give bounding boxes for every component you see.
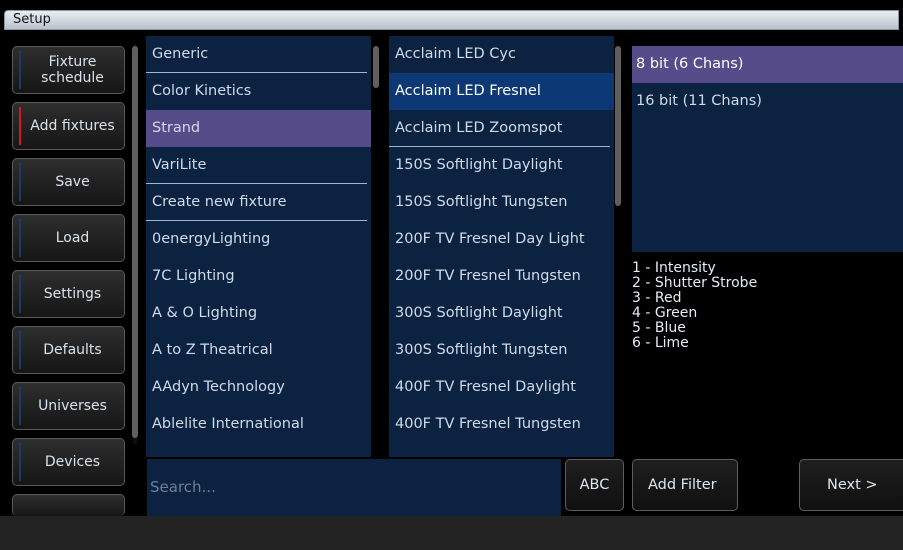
active-indicator <box>19 107 21 145</box>
fixture-item[interactable]: Acclaim LED Fresnel <box>389 73 614 110</box>
nav-button-label: Load <box>55 230 90 246</box>
fixture-item[interactable]: 300S Softlight Daylight <box>389 295 614 332</box>
manufacturer-item[interactable]: Ablelite International <box>146 406 371 443</box>
add-filter-label: Add Filter <box>648 477 717 493</box>
channel-item: 5 - Blue <box>632 320 686 336</box>
fixture-scrollbar-thumb[interactable] <box>615 46 621 206</box>
manufacturer-scrollbar-thumb[interactable] <box>373 46 379 88</box>
mode-item[interactable]: 8 bit (6 Chans) <box>632 46 903 83</box>
nav-button-label: Settings <box>43 286 102 302</box>
nav-defaults-button[interactable]: Defaults <box>12 326 125 374</box>
search-input[interactable]: Search... <box>147 459 561 516</box>
nav-save-button[interactable]: Save <box>12 158 125 206</box>
fixture-item[interactable]: 300S Softlight Tungsten <box>389 332 614 369</box>
channel-item: 4 - Green <box>632 305 698 321</box>
channel-list: 1 - Intensity 2 - Shutter Strobe 3 - Red 4 … <box>632 261 757 351</box>
manufacturer-item[interactable]: Strand <box>146 110 371 147</box>
nav-button-label: Universes <box>38 398 107 414</box>
nav-indicator <box>19 51 21 89</box>
add-filter-button[interactable]: Add Filter <box>632 459 738 511</box>
fixture-item[interactable]: Acclaim LED Cyc <box>389 36 614 73</box>
fixture-item[interactable]: 150S Softlight Daylight <box>389 147 614 184</box>
nav-indicator <box>19 275 21 313</box>
fixture-item[interactable]: 400F TV Fresnel Tungsten <box>389 406 614 443</box>
abc-button[interactable]: ABC <box>565 459 624 511</box>
mode-item[interactable]: 16 bit (11 Chans) <box>632 83 903 120</box>
manufacturer-list: Generic Color Kinetics Strand VariLite Creat… <box>146 36 371 457</box>
fixture-item[interactable]: Acclaim LED Zoomspot <box>389 110 614 147</box>
nav-devices-button[interactable]: Devices <box>12 438 125 486</box>
fixture-list: Acclaim LED Cyc Acclaim LED Fresnel Acclai… <box>389 36 614 457</box>
manufacturer-item[interactable]: 0energyLighting <box>146 221 371 258</box>
manufacturer-item[interactable]: Generic <box>146 36 371 73</box>
fixture-item[interactable]: 200F TV Fresnel Tungsten <box>389 258 614 295</box>
nav-indicator <box>19 443 21 481</box>
nav-indicator <box>19 219 21 257</box>
manufacturer-item[interactable]: Color Kinetics <box>146 73 371 110</box>
nav-button-label: Devices <box>44 454 101 470</box>
next-button[interactable]: Next > <box>799 459 903 511</box>
mode-list: 8 bit (6 Chans) 16 bit (11 Chans) <box>632 46 903 252</box>
nav-fixture-schedule-button[interactable]: Fixture schedule <box>12 46 125 94</box>
window-title: Setup <box>4 10 899 30</box>
nav-button-label: Fixture schedule <box>41 54 104 86</box>
nav-indicator <box>19 163 21 201</box>
channel-item: 3 - Red <box>632 290 682 306</box>
channel-item: 6 - Lime <box>632 335 689 351</box>
manufacturer-item[interactable]: Create new fixture <box>146 184 371 221</box>
fixture-item[interactable]: 400F TV Fresnel Daylight <box>389 369 614 406</box>
abc-button-label: ABC <box>579 477 610 493</box>
channel-item: 2 - Shutter Strobe <box>632 275 758 291</box>
fixture-item[interactable]: 150S Softlight Tungsten <box>389 184 614 221</box>
manufacturer-item[interactable]: A to Z Theatrical <box>146 332 371 369</box>
nav-indicator <box>19 331 21 369</box>
nav-button-label: Add fixtures <box>30 118 115 134</box>
nav-scrollbar-thumb[interactable] <box>132 46 138 438</box>
manufacturer-item[interactable]: A & O Lighting <box>146 295 371 332</box>
nav-load-button[interactable]: Load <box>12 214 125 262</box>
nav-hidden-button[interactable] <box>12 494 125 516</box>
nav-settings-button[interactable]: Settings <box>12 270 125 318</box>
nav-button-label: Save <box>55 174 90 190</box>
nav-button-label: Defaults <box>43 342 102 358</box>
status-strip <box>0 516 903 550</box>
channel-item: 1 - Intensity <box>632 260 716 276</box>
next-button-label: Next > <box>827 477 878 493</box>
manufacturer-item[interactable]: 7C Lighting <box>146 258 371 295</box>
nav-indicator <box>19 387 21 425</box>
nav-universes-button[interactable]: Universes <box>12 382 125 430</box>
manufacturer-item[interactable]: VariLite <box>146 147 371 184</box>
nav-add-fixtures-button[interactable]: Add fixtures <box>12 102 125 150</box>
manufacturer-item[interactable]: AAdyn Technology <box>146 369 371 406</box>
fixture-item[interactable]: 200F TV Fresnel Day Light <box>389 221 614 258</box>
